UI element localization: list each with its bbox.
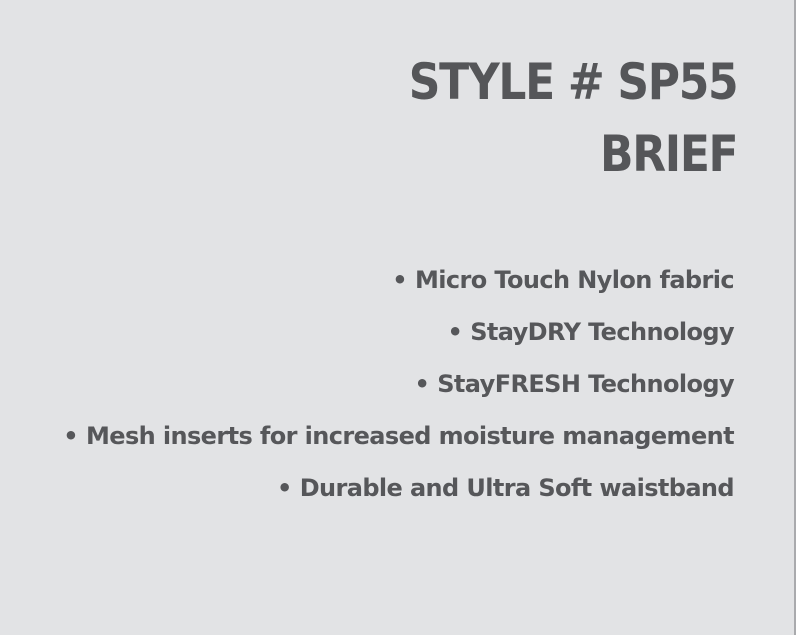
page-edge [796,0,800,635]
feature-text: Durable and Ultra Soft waistband [299,474,735,502]
feature-item: • StayFRESH Technology [63,361,735,413]
feature-list: • Micro Touch Nylon fabric • StayDRY Techn… [63,257,734,517]
bullet-icon: • [276,474,292,502]
feature-text: Mesh inserts for increased moisture mana… [86,422,735,450]
bullet-icon: • [392,266,407,294]
style-number: STYLE # SP55 [408,53,738,111]
feature-item: • StayDRY Technology [63,309,734,361]
feature-text: Micro Touch Nylon fabric [414,266,735,294]
bullet-icon: • [63,422,78,450]
feature-item: • Micro Touch Nylon fabric [63,257,734,309]
bullet-icon: • [447,318,463,346]
product-type: BRIEF [599,125,739,183]
feature-text: StayFRESH Technology [437,370,734,398]
feature-text: StayDRY Technology [470,318,734,346]
feature-item: • Mesh inserts for increased moisture man… [63,413,734,465]
product-spec-panel: STYLE # SP55 BRIEF • Micro Touch Nylon fa… [0,0,796,635]
feature-item: • Durable and Ultra Soft waistband [63,465,735,517]
bullet-icon: • [414,370,430,398]
product-title: STYLE # SP55 BRIEF [408,46,739,190]
